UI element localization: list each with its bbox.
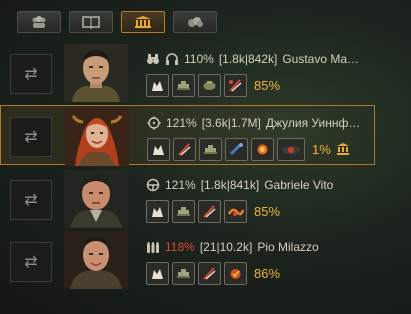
steering-wheel-icon xyxy=(146,178,160,192)
bank-icon xyxy=(135,16,151,28)
headphones-icon xyxy=(166,53,178,65)
swap-button[interactable]: ⇄ xyxy=(10,242,52,282)
gun-sight-icon xyxy=(147,116,161,130)
crew-row[interactable]: ⇄ 110% [1.8k|842k] Gustavo Ma… 85% xyxy=(0,41,411,103)
sixth-sense-perk[interactable] xyxy=(224,73,247,97)
swap-icon: ⇄ xyxy=(24,254,38,271)
brothers-in-arms-perk[interactable] xyxy=(147,137,170,161)
brothers-in-arms-perk[interactable] xyxy=(146,261,169,285)
crew-info: 118% [21|10.2k] Pio Milazzo 86% xyxy=(146,239,405,285)
tab-book[interactable] xyxy=(69,11,113,33)
firefighting-perk[interactable] xyxy=(225,137,248,161)
sixth-sense-perk[interactable] xyxy=(198,199,221,223)
skill-percent: 85% xyxy=(254,203,281,219)
swap-icon: ⇄ xyxy=(24,66,38,83)
crew-stats: [1.8k|841k] xyxy=(200,178,260,192)
crew-name: Джулия Уиннф… xyxy=(265,116,361,130)
sixth-sense-perk[interactable] xyxy=(198,261,221,285)
efficiency: 121% xyxy=(165,178,196,192)
efficiency: 110% xyxy=(184,52,214,66)
crew-group-icon xyxy=(32,16,46,28)
crew-stats: [1.8k|842k] xyxy=(218,52,278,66)
crew-info: 110% [1.8k|842k] Gustavo Ma… 85% xyxy=(146,51,405,97)
crew-name: Gustavo Ma… xyxy=(282,52,360,66)
avatar xyxy=(64,44,128,102)
sixth-sense-perk[interactable] xyxy=(173,137,196,161)
crew-row-selected[interactable]: ⇄ 121% [3.6k|1.7M] Джулия Уиннф… 1% xyxy=(0,105,375,166)
crew-name: Gabriele Vito xyxy=(264,178,334,192)
swap-button[interactable]: ⇄ xyxy=(10,117,52,157)
camouflage-perk[interactable] xyxy=(198,73,221,97)
crew-row[interactable]: ⇄ 118% [21|10.2k] Pio Milazzo 86% xyxy=(0,231,411,289)
swap-icon: ⇄ xyxy=(24,129,38,146)
crew-name: Pio Milazzo xyxy=(257,240,319,254)
safe-stowage-perk[interactable] xyxy=(224,261,247,285)
skill-percent: 86% xyxy=(254,265,281,281)
skill-percent: 1% xyxy=(312,141,331,157)
crew-info: 121% [1.8k|841k] Gabriele Vito 85% xyxy=(146,177,405,223)
repair-perk[interactable] xyxy=(199,137,222,161)
repair-perk[interactable] xyxy=(172,261,195,285)
shells-icon xyxy=(147,242,159,253)
crew-info: 121% [3.6k|1.7M] Джулия Уиннф… 1% xyxy=(147,115,368,161)
coins-icon xyxy=(188,17,203,27)
tab-bank[interactable] xyxy=(121,11,165,33)
snap-shot-perk[interactable] xyxy=(251,137,274,161)
repair-perk[interactable] xyxy=(172,73,195,97)
skill-percent: 85% xyxy=(254,77,281,93)
smooth-ride-perk[interactable] xyxy=(224,199,247,223)
avatar xyxy=(64,231,128,289)
tab-coins[interactable] xyxy=(173,11,217,33)
swap-button[interactable]: ⇄ xyxy=(10,180,52,220)
crew-row[interactable]: ⇄ 121% [1.8k|841k] Gabriele Vito 85% xyxy=(0,167,411,229)
deadeye-perk[interactable] xyxy=(277,137,305,161)
swap-button[interactable]: ⇄ xyxy=(10,54,52,94)
avatar xyxy=(64,170,128,228)
book-icon xyxy=(82,16,100,29)
binoculars-icon xyxy=(147,54,159,64)
brothers-in-arms-perk[interactable] xyxy=(146,73,169,97)
crew-list: ⇄ 110% [1.8k|842k] Gustavo Ma… 85% ⇄ 121… xyxy=(0,41,411,291)
swap-icon: ⇄ xyxy=(24,192,38,209)
repair-perk[interactable] xyxy=(172,199,195,223)
efficiency: 121% xyxy=(166,116,197,130)
crew-stats: [3.6k|1.7M] xyxy=(201,116,261,130)
bank-icon xyxy=(336,143,349,155)
crew-stats: [21|10.2k] xyxy=(199,240,253,254)
avatar xyxy=(65,108,129,166)
efficiency: 118% xyxy=(165,240,195,254)
crew-tabs xyxy=(17,11,217,33)
brothers-in-arms-perk[interactable] xyxy=(146,199,169,223)
tab-crew-group[interactable] xyxy=(17,11,61,33)
